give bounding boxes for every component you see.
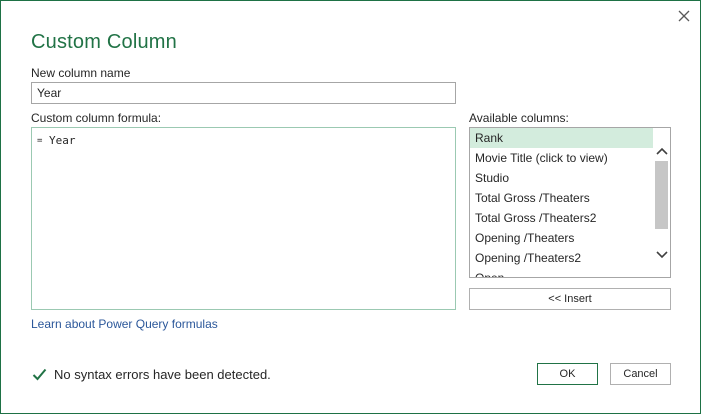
formula-expression: Year (49, 134, 76, 147)
cancel-button[interactable]: Cancel (610, 363, 671, 385)
checkmark-icon (32, 368, 47, 381)
learn-power-query-link[interactable]: Learn about Power Query formulas (31, 317, 218, 331)
formula-equals-sign: = (37, 136, 43, 146)
close-button[interactable] (673, 5, 695, 27)
syntax-status-text: No syntax errors have been detected. (54, 367, 271, 382)
close-icon (678, 10, 690, 22)
column-item-open[interactable]: Open (470, 268, 653, 277)
available-columns-label: Available columns: (469, 111, 569, 125)
available-columns-list[interactable]: Rank Movie Title (click to view) Studio … (469, 127, 671, 278)
column-item-movie-title[interactable]: Movie Title (click to view) (470, 148, 653, 168)
scroll-down-button[interactable] (653, 246, 670, 263)
custom-column-formula-label: Custom column formula: (31, 111, 162, 125)
formula-text: = Year (37, 134, 76, 147)
new-column-name-label: New column name (31, 66, 131, 80)
column-item-studio[interactable]: Studio (470, 168, 653, 188)
column-item-opening-theaters[interactable]: Opening /Theaters (470, 228, 653, 248)
ok-button[interactable]: OK (537, 363, 598, 385)
scroll-thumb[interactable] (655, 161, 668, 229)
column-item-total-gross-theaters[interactable]: Total Gross /Theaters (470, 188, 653, 208)
column-item-rank[interactable]: Rank (470, 128, 653, 148)
column-item-total-gross-theaters2[interactable]: Total Gross /Theaters2 (470, 208, 653, 228)
scroll-up-button[interactable] (653, 142, 670, 159)
formula-editor[interactable]: = Year (31, 127, 456, 310)
column-item-opening-theaters2[interactable]: Opening /Theaters2 (470, 248, 653, 268)
syntax-status: No syntax errors have been detected. (32, 367, 271, 382)
insert-button[interactable]: << Insert (469, 288, 671, 310)
chevron-up-icon (655, 147, 668, 155)
available-columns-items: Rank Movie Title (click to view) Studio … (470, 128, 653, 277)
columns-scrollbar[interactable] (653, 128, 670, 277)
dialog-title: Custom Column (31, 31, 177, 53)
new-column-name-input[interactable] (31, 82, 456, 104)
custom-column-dialog: Custom Column New column name Custom col… (0, 0, 701, 414)
chevron-down-icon (655, 250, 668, 258)
